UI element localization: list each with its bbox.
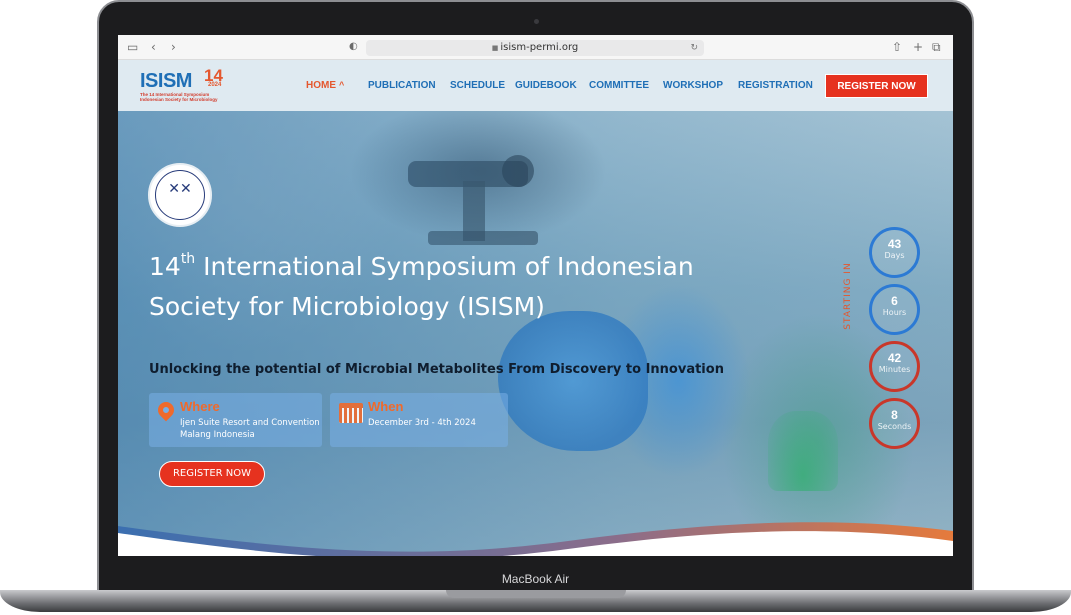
- where-card: Where Ijen Suite Resort and Convention Ma…: [149, 393, 322, 447]
- countdown-minutes: 42 Minutes: [869, 341, 920, 392]
- device-label: MacBook Air: [501, 572, 570, 586]
- tabs-overview-icon[interactable]: ⧉: [932, 39, 941, 55]
- logo-subtitle: The 14 International Symposium Indonesia…: [140, 92, 218, 102]
- nav-committee[interactable]: COMMITTEE: [589, 80, 649, 91]
- laptop-notch: [446, 590, 626, 598]
- calendar-icon: [339, 403, 363, 423]
- reload-icon[interactable]: ↻: [690, 40, 698, 56]
- nav-registration[interactable]: REGISTRATION: [738, 80, 813, 91]
- hero-title: 14th International Symposium of Indonesi…: [149, 251, 694, 321]
- sidebar-icon[interactable]: ▭: [127, 39, 138, 55]
- hero-subtitle: Unlocking the potential of Microbial Met…: [149, 362, 724, 377]
- url-text: isism-permi.org: [500, 42, 579, 53]
- address-bar[interactable]: ■ isism-permi.org ↻: [366, 40, 704, 56]
- nav-guidebook[interactable]: GUIDEBOOK: [515, 80, 577, 91]
- countdown-hours: 6 Hours: [869, 284, 920, 335]
- when-title: When: [368, 399, 404, 414]
- hero-wave-divider: [118, 522, 953, 556]
- logo-year: 2024: [208, 82, 222, 88]
- lock-icon: ■: [491, 44, 499, 52]
- site-logo[interactable]: ISISM 14 2024 The 14 International Sympo…: [140, 66, 230, 104]
- share-icon[interactable]: ⇧: [892, 39, 902, 55]
- browser-toolbar: ▭ ‹ › ◐ ■ isism-permi.org ↻ ⇧ + ⧉: [118, 35, 953, 60]
- forward-icon[interactable]: ›: [171, 39, 176, 55]
- nav-schedule[interactable]: SCHEDULE: [450, 80, 505, 91]
- location-pin-icon: [154, 398, 178, 422]
- countdown-label: STARTING IN: [843, 262, 853, 330]
- hero-section: ✕✕ 14th International Symposium of Indon…: [118, 111, 953, 556]
- chevron-up-icon: ^: [339, 80, 345, 90]
- camera-icon: [534, 19, 539, 24]
- society-seal-logo: ✕✕: [148, 163, 212, 227]
- where-title: Where: [180, 399, 220, 414]
- site-header: ISISM 14 2024 The 14 International Sympo…: [118, 60, 953, 111]
- logo-wordmark: ISISM: [140, 70, 192, 92]
- when-card: When December 3rd - 4th 2024: [330, 393, 508, 447]
- register-now-button[interactable]: REGISTER NOW: [825, 74, 928, 98]
- nav-publication[interactable]: PUBLICATION: [368, 80, 436, 91]
- back-icon[interactable]: ‹: [151, 39, 156, 55]
- countdown-seconds: 8 Seconds: [869, 398, 920, 449]
- nav-workshop[interactable]: WORKSHOP: [663, 80, 723, 91]
- countdown-days: 43 Days: [869, 227, 920, 278]
- nav-home[interactable]: HOME ^: [306, 80, 344, 91]
- new-tab-icon[interactable]: +: [913, 39, 923, 55]
- where-text: Ijen Suite Resort and Convention Malang I…: [180, 418, 320, 440]
- when-text: December 3rd - 4th 2024: [368, 418, 476, 428]
- seal-emblem-icon: ✕✕: [168, 181, 192, 197]
- privacy-shield-icon[interactable]: ◐: [349, 39, 358, 55]
- screen: ▭ ‹ › ◐ ■ isism-permi.org ↻ ⇧ + ⧉ ISISM 1…: [118, 35, 953, 556]
